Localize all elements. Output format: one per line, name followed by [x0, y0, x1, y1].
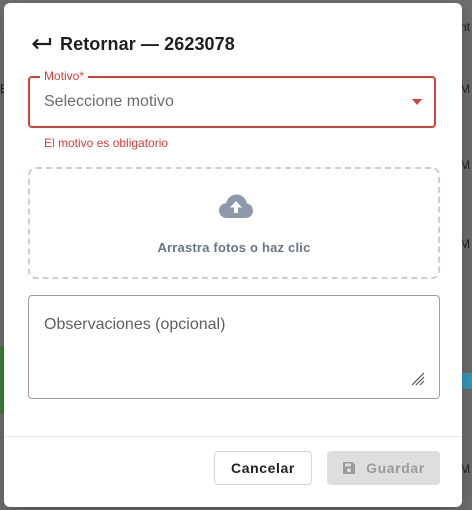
motivo-error-message: El motivo es obligatorio	[44, 136, 169, 150]
observaciones-placeholder: Observaciones (opcional)	[44, 316, 226, 333]
dialog-title: Retornar — 2623078	[60, 33, 235, 54]
save-button[interactable]: Guardar	[327, 451, 440, 485]
save-icon	[343, 462, 356, 474]
chevron-down-icon	[412, 99, 422, 105]
motivo-placeholder: Seleccione motivo	[44, 93, 174, 110]
cloud-upload-icon	[219, 194, 253, 218]
motivo-label: Motivo*	[40, 69, 89, 83]
return-dialog: Retornar — 2623078 Motivo* Seleccione mo…	[4, 3, 462, 507]
background-teal-badge	[462, 373, 472, 389]
footer-divider	[4, 436, 462, 437]
cancel-button-label: Cancelar	[231, 460, 295, 476]
dialog-header: Retornar — 2623078	[30, 31, 235, 57]
resize-handle-icon[interactable]	[411, 372, 425, 386]
motivo-select[interactable]: Motivo* Seleccione motivo	[28, 69, 436, 128]
observaciones-textarea[interactable]: Observaciones (opcional)	[28, 295, 440, 399]
save-button-label: Guardar	[366, 460, 425, 476]
photo-dropzone[interactable]: Arrastra fotos o haz clic	[28, 167, 440, 279]
cancel-button[interactable]: Cancelar	[214, 451, 312, 485]
back-arrow-icon[interactable]	[30, 35, 52, 53]
dropzone-text: Arrastra fotos o haz clic	[157, 240, 311, 255]
